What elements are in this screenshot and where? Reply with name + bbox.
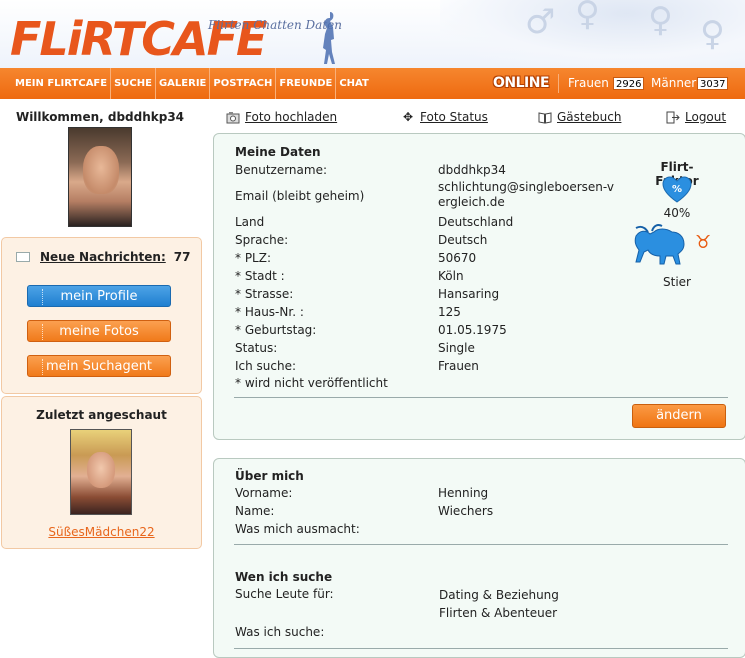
field-label-city: * Stadt : xyxy=(235,269,285,283)
field-label-looking-for: Ich suche: xyxy=(235,359,297,373)
last-viewed-panel: Zuletzt angeschaut SüßesMädchen22 xyxy=(1,396,202,549)
about-me-divider xyxy=(234,544,728,545)
flirt-faktor-heart-icon: % xyxy=(662,176,692,203)
field-label-language: Sprache: xyxy=(235,233,289,247)
my-profile-label: mein Profile xyxy=(60,289,138,304)
field-label-status: Status: xyxy=(235,341,278,355)
search-title: Wen ich suche xyxy=(235,570,333,584)
edit-data-button[interactable]: ändern xyxy=(632,404,726,428)
footnote: * wird nicht veröffentlicht xyxy=(235,376,388,390)
female-symbol-icon: ♀ xyxy=(648,0,673,40)
field-value-language: Deutsch xyxy=(438,233,488,247)
last-viewed-title: Zuletzt angeschaut xyxy=(36,408,167,422)
last-viewed-avatar[interactable] xyxy=(70,429,132,515)
field-label-firstname: Vorname: xyxy=(235,486,293,500)
my-search-agent-button[interactable]: mein Suchagent xyxy=(27,355,171,377)
taurus-bull-icon xyxy=(634,224,685,265)
svg-text:%: % xyxy=(672,184,682,195)
my-data-divider xyxy=(234,397,728,398)
male-symbol-icon: ♂ xyxy=(525,2,556,42)
profile-avatar[interactable] xyxy=(68,127,132,227)
new-messages-row[interactable]: Neue Nachrichten: 77 xyxy=(16,250,190,264)
button-grip-icon xyxy=(31,359,43,375)
logo-text-flirt: FLiRT xyxy=(10,12,143,66)
my-photos-label: meine Fotos xyxy=(59,324,139,339)
upload-photo-label: Foto hochladen xyxy=(245,110,338,124)
field-label-email: Email (bleibt geheim) xyxy=(235,189,365,203)
field-value-street: Hansaring xyxy=(438,287,500,301)
field-label-username: Benutzername: xyxy=(235,163,328,177)
field-value-house-number: 125 xyxy=(438,305,461,319)
online-label: ONLINE xyxy=(493,75,550,91)
field-value-country: Deutschland xyxy=(438,215,514,229)
field-value-email: schlichtung@singleboersen-vergleich.de xyxy=(438,180,615,209)
field-label-street: * Strasse: xyxy=(235,287,294,301)
button-grip-icon xyxy=(31,289,43,305)
nav-item-freunde[interactable]: FREUNDE xyxy=(276,68,337,99)
men-label: Männer xyxy=(651,76,697,90)
photo-status-link[interactable]: ✥ Foto Status xyxy=(401,110,488,124)
nav-item-mein-flirtcafe[interactable]: MEIN FLIRTCAFE xyxy=(12,68,112,99)
nav-item-postfach[interactable]: POSTFACH xyxy=(210,68,277,99)
search-value-flirting: Flirten & Abenteuer xyxy=(439,606,558,620)
field-value-city: Köln xyxy=(438,269,464,283)
about-me-title: Über mich xyxy=(235,469,304,483)
men-count: 3037 xyxy=(697,77,729,90)
nav-item-chat[interactable]: CHAT xyxy=(336,68,372,99)
my-photos-button[interactable]: meine Fotos xyxy=(27,320,171,342)
women-count: 2926 xyxy=(613,77,645,90)
nav-item-suche[interactable]: SUCHE xyxy=(111,68,156,99)
my-search-agent-label: mein Suchagent xyxy=(45,359,153,374)
field-value-looking-for: Frauen xyxy=(438,359,479,373)
field-value-firstname: Henning xyxy=(438,486,489,500)
search-divider xyxy=(234,648,728,649)
field-label-search-people-for: Suche Leute für: xyxy=(235,587,334,601)
field-label-what-i-look-for: Was ich suche: xyxy=(235,625,325,639)
female-symbol-icon: ♀ xyxy=(700,14,725,54)
guestbook-label: Gästebuch xyxy=(557,110,622,124)
field-label-lastname: Name: xyxy=(235,504,275,518)
woman-silhouette-icon xyxy=(323,12,335,64)
field-label-house-number: * Haus-Nr. : xyxy=(235,305,304,319)
field-value-lastname: Wiechers xyxy=(438,504,494,518)
field-value-status: Single xyxy=(438,341,475,355)
new-messages-count: 77 xyxy=(173,250,191,264)
field-label-country: Land xyxy=(235,215,265,229)
upload-photo-link[interactable]: Foto hochladen xyxy=(226,110,337,124)
women-label: Frauen xyxy=(568,76,609,90)
search-value-dating: Dating & Beziehung xyxy=(439,588,559,602)
taurus-zodiac-icon: ♉ xyxy=(695,232,712,253)
about-me-card: Über mich Vorname: Henning Name: Wiecher… xyxy=(213,458,745,658)
move-arrows-icon: ✥ xyxy=(402,109,414,124)
upload-photo-icon xyxy=(226,111,240,124)
zodiac-sign-name: Stier xyxy=(663,275,691,289)
nav-divider xyxy=(558,74,559,93)
nav-menu: MEIN FLIRTCAFE SUCHE GALERIE POSTFACH FR… xyxy=(12,68,372,99)
logout-icon xyxy=(666,111,680,124)
field-label-birthday: * Geburtstag: xyxy=(235,323,317,337)
new-messages-label[interactable]: Neue Nachrichten: xyxy=(40,250,166,264)
field-label-zip: * PLZ: xyxy=(235,251,271,265)
field-value-birthday: 01.05.1975 xyxy=(438,323,507,337)
flirt-faktor-value: 40% xyxy=(663,206,691,220)
welcome-text: Willkommen, dbddhkp34 xyxy=(15,110,185,124)
my-profile-button[interactable]: mein Profile xyxy=(27,285,171,307)
envelope-icon xyxy=(16,252,30,262)
my-data-title: Meine Daten xyxy=(235,145,321,159)
logout-link[interactable]: Logout xyxy=(666,110,726,124)
site-header: ♂ ♀ ♀ ♀ FLiRTCAFE Flirten Chatten Daten xyxy=(0,0,745,68)
field-value-zip: 50670 xyxy=(438,251,477,265)
nav-item-galerie[interactable]: GALERIE xyxy=(156,68,211,99)
field-label-what-defines-me: Was mich ausmacht: xyxy=(235,522,360,536)
female-symbol-icon: ♀ xyxy=(575,0,600,34)
guestbook-link[interactable]: Gästebuch xyxy=(538,110,621,124)
main-navbar: MEIN FLIRTCAFE SUCHE GALERIE POSTFACH FR… xyxy=(0,68,745,99)
button-grip-icon xyxy=(31,324,43,340)
field-value-username: dbddhkp34 xyxy=(438,163,506,177)
last-viewed-user-link[interactable]: SüßesMädchen22 xyxy=(2,525,201,539)
photo-status-label: Foto Status xyxy=(420,110,488,124)
logout-label: Logout xyxy=(685,110,727,124)
sidebar-messages-panel: Neue Nachrichten: 77 mein Profile meine … xyxy=(1,237,202,394)
book-icon xyxy=(538,111,552,124)
